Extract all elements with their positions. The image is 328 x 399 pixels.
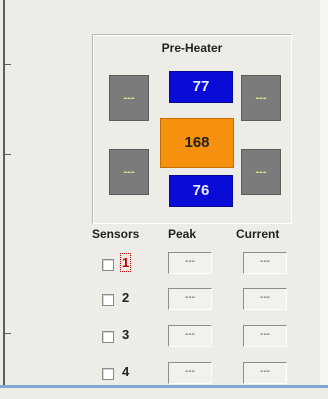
sensor-4-peak: ---: [168, 362, 212, 384]
sensor-4-current: ---: [243, 362, 287, 384]
bottom-bar: [0, 385, 328, 388]
axis-tick: [5, 64, 11, 65]
sensor-3-peak: ---: [168, 325, 212, 347]
indicator-value: ---: [255, 166, 267, 178]
indicator-value: ---: [255, 92, 267, 104]
sensor-2-checkbox[interactable]: [102, 294, 114, 306]
indicator-value: ---: [123, 166, 135, 178]
indicator-bottom-right: ---: [241, 149, 281, 195]
indicator-top-right: ---: [241, 75, 281, 121]
sensor-1-peak: ---: [168, 252, 212, 274]
peak-header: Peak: [168, 227, 197, 241]
sensor-2-current: ---: [243, 288, 287, 310]
bottom-temperature-readout: 76: [169, 175, 233, 207]
sensor-1-checkbox[interactable]: [102, 259, 114, 271]
current-header: Current: [236, 227, 280, 241]
sensor-2-peak: ---: [168, 288, 212, 310]
sensors-header: Sensors: [92, 227, 140, 241]
sensor-3-label: 3: [122, 327, 130, 342]
axis-tick: [5, 154, 11, 155]
preheater-panel: Pre-Heater --- --- --- --- 77 168 76: [92, 34, 292, 224]
sensor-2-label: 2: [122, 290, 130, 305]
indicator-value: ---: [123, 92, 135, 104]
right-edge: [320, 0, 328, 386]
sensor-3-checkbox[interactable]: [102, 331, 114, 343]
axis-tick: [5, 333, 11, 334]
indicator-bottom-left: ---: [109, 149, 149, 195]
sensor-1-current: ---: [243, 252, 287, 274]
sensor-4-label: 4: [122, 364, 130, 379]
panel-title: Pre-Heater: [161, 41, 223, 55]
left-frame-line: [3, 0, 5, 386]
sensor-3-current: ---: [243, 325, 287, 347]
sensor-4-checkbox[interactable]: [102, 368, 114, 380]
center-temperature-readout: 168: [160, 118, 234, 168]
top-temperature-readout: 77: [169, 71, 233, 103]
sensor-1-label: 1: [119, 253, 132, 272]
indicator-top-left: ---: [109, 75, 149, 121]
